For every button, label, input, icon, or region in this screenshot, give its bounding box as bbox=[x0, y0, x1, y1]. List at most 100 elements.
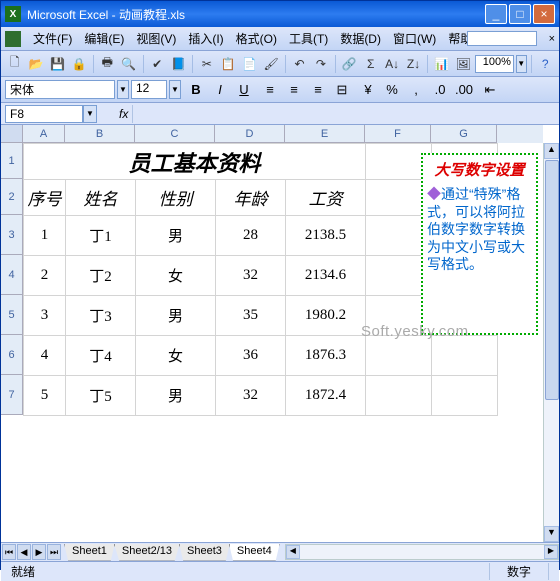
maximize-button[interactable]: □ bbox=[509, 4, 531, 24]
menu-bar: 文件(F) 编辑(E) 视图(V) 插入(I) 格式(O) 工具(T) 数据(D… bbox=[1, 27, 559, 51]
help-search-input[interactable] bbox=[467, 31, 537, 46]
percent-icon[interactable]: % bbox=[381, 79, 403, 101]
title-bar: X Microsoft Excel - 动画教程.xls _ □ × bbox=[1, 1, 559, 27]
font-name-input[interactable]: 宋体 bbox=[5, 80, 115, 99]
comment-box: 大写数字设置 ◆通过“特殊”格式，可以将阿拉伯数字数字转换为中文小写或大写格式。 bbox=[421, 153, 538, 335]
note-body: ◆通过“特殊”格式，可以将阿拉伯数字数字转换为中文小写或大写格式。 bbox=[427, 186, 532, 274]
row-header[interactable]: 5 bbox=[1, 295, 23, 335]
status-bar: 就绪 数字 bbox=[1, 561, 559, 581]
scroll-down-icon[interactable]: ▼ bbox=[544, 526, 559, 542]
comma-icon[interactable]: , bbox=[405, 79, 427, 101]
zoom-dropdown-icon[interactable]: ▼ bbox=[516, 55, 527, 73]
horizontal-scrollbar[interactable]: ◀ ▶ bbox=[285, 544, 559, 560]
spreadsheet-grid: ABCDEFG 1234567 员工基本资料序号姓名性别年龄工资1丁1男2821… bbox=[1, 125, 559, 542]
row-header[interactable]: 1 bbox=[1, 143, 23, 179]
tab-first-icon[interactable]: ⏮ bbox=[2, 544, 16, 560]
research-icon[interactable]: 📘 bbox=[169, 53, 188, 75]
formatting-toolbar: 宋体 ▼ 12 ▼ B I U ≡ ≡ ≡ ⊟ ¥ % , .0 .00 ⇤ bbox=[1, 77, 559, 103]
row-header[interactable]: 3 bbox=[1, 215, 23, 255]
menu-window[interactable]: 窗口(W) bbox=[387, 28, 442, 49]
sheet-tab[interactable]: Sheet2/13 bbox=[114, 544, 180, 561]
increase-decimal-icon[interactable]: .0 bbox=[429, 79, 451, 101]
select-all-button[interactable] bbox=[1, 125, 23, 143]
open-icon[interactable]: 📂 bbox=[26, 53, 45, 75]
paste-icon[interactable]: 📄 bbox=[240, 53, 259, 75]
row-header[interactable]: 2 bbox=[1, 179, 23, 215]
doc-close-button[interactable]: × bbox=[549, 33, 555, 45]
scroll-up-icon[interactable]: ▲ bbox=[544, 143, 559, 159]
window-title: Microsoft Excel - 动画教程.xls bbox=[27, 6, 485, 23]
print-preview-icon[interactable]: 🔍 bbox=[119, 53, 138, 75]
formula-bar: F8 ▼ fx bbox=[1, 103, 559, 125]
align-left-icon[interactable]: ≡ bbox=[259, 79, 281, 101]
menu-insert[interactable]: 插入(I) bbox=[182, 28, 229, 49]
permission-icon[interactable]: 🔒 bbox=[69, 53, 88, 75]
formula-input[interactable] bbox=[132, 105, 559, 123]
sort-asc-icon[interactable]: A↓ bbox=[382, 53, 401, 75]
excel-icon: X bbox=[5, 6, 21, 22]
menu-format[interactable]: 格式(O) bbox=[230, 28, 283, 49]
tab-next-icon[interactable]: ▶ bbox=[32, 544, 46, 560]
decrease-indent-icon[interactable]: ⇤ bbox=[479, 79, 501, 101]
help-icon[interactable]: ? bbox=[535, 53, 554, 75]
menu-data[interactable]: 数据(D) bbox=[334, 28, 387, 49]
name-box[interactable]: F8 bbox=[5, 105, 83, 123]
menu-view[interactable]: 视图(V) bbox=[130, 28, 182, 49]
col-header[interactable]: B bbox=[65, 125, 135, 143]
align-right-icon[interactable]: ≡ bbox=[307, 79, 329, 101]
bold-icon[interactable]: B bbox=[185, 79, 207, 101]
align-center-icon[interactable]: ≡ bbox=[283, 79, 305, 101]
col-header[interactable]: D bbox=[215, 125, 285, 143]
col-header[interactable]: A bbox=[23, 125, 65, 143]
standard-toolbar: 🗋 📂 💾 🔒 🖶 🔍 ✔ 📘 ✂ 📋 📄 🖌 ↶ ↷ 🔗 Σ A↓ Z↓ 📊 … bbox=[1, 51, 559, 77]
row-header[interactable]: 4 bbox=[1, 255, 23, 295]
menu-edit[interactable]: 编辑(E) bbox=[78, 28, 130, 49]
hyperlink-icon[interactable]: 🔗 bbox=[340, 53, 359, 75]
italic-icon[interactable]: I bbox=[209, 79, 231, 101]
status-ready: 就绪 bbox=[11, 563, 111, 580]
save-icon[interactable]: 💾 bbox=[48, 53, 67, 75]
format-painter-icon[interactable]: 🖌 bbox=[261, 53, 280, 75]
cut-icon[interactable]: ✂ bbox=[197, 53, 216, 75]
sheet-tab[interactable]: Sheet1 bbox=[64, 544, 115, 561]
zoom-input[interactable]: 100% bbox=[475, 55, 514, 73]
merge-center-icon[interactable]: ⊟ bbox=[331, 79, 353, 101]
font-size-input[interactable]: 12 bbox=[131, 80, 167, 99]
copy-icon[interactable]: 📋 bbox=[219, 53, 238, 75]
col-header[interactable]: G bbox=[431, 125, 497, 143]
row-header[interactable]: 6 bbox=[1, 335, 23, 375]
sum-icon[interactable]: Σ bbox=[361, 53, 380, 75]
undo-icon[interactable]: ↶ bbox=[290, 53, 309, 75]
row-header[interactable]: 7 bbox=[1, 375, 23, 415]
tab-prev-icon[interactable]: ◀ bbox=[17, 544, 31, 560]
fx-icon[interactable]: fx bbox=[119, 107, 128, 121]
new-icon[interactable]: 🗋 bbox=[5, 53, 24, 75]
scroll-right-icon[interactable]: ▶ bbox=[544, 545, 558, 559]
menu-tools[interactable]: 工具(T) bbox=[283, 28, 334, 49]
sheet-tab[interactable]: Sheet4 bbox=[229, 544, 280, 561]
menu-file[interactable]: 文件(F) bbox=[27, 28, 78, 49]
name-box-dropdown-icon[interactable]: ▼ bbox=[83, 105, 97, 123]
sheet-tab[interactable]: Sheet3 bbox=[179, 544, 230, 561]
font-size-dropdown-icon[interactable]: ▼ bbox=[169, 80, 181, 99]
workbook-icon[interactable] bbox=[5, 31, 21, 47]
sort-desc-icon[interactable]: Z↓ bbox=[404, 53, 423, 75]
col-header[interactable]: C bbox=[135, 125, 215, 143]
spelling-icon[interactable]: ✔ bbox=[147, 53, 166, 75]
minimize-button[interactable]: _ bbox=[485, 4, 507, 24]
scroll-thumb[interactable] bbox=[545, 160, 559, 400]
decrease-decimal-icon[interactable]: .00 bbox=[453, 79, 475, 101]
vertical-scrollbar[interactable]: ▲ ▼ bbox=[543, 143, 559, 542]
redo-icon[interactable]: ↷ bbox=[311, 53, 330, 75]
drawing-icon[interactable]: 🖼 bbox=[454, 53, 473, 75]
underline-icon[interactable]: U bbox=[233, 79, 255, 101]
scroll-left-icon[interactable]: ◀ bbox=[286, 545, 300, 559]
print-icon[interactable]: 🖶 bbox=[98, 53, 117, 75]
col-header[interactable]: F bbox=[365, 125, 431, 143]
chart-icon[interactable]: 📊 bbox=[432, 53, 451, 75]
col-header[interactable]: E bbox=[285, 125, 365, 143]
close-button[interactable]: × bbox=[533, 4, 555, 24]
font-name-dropdown-icon[interactable]: ▼ bbox=[117, 80, 129, 99]
tab-last-icon[interactable]: ⏭ bbox=[47, 544, 61, 560]
currency-icon[interactable]: ¥ bbox=[357, 79, 379, 101]
